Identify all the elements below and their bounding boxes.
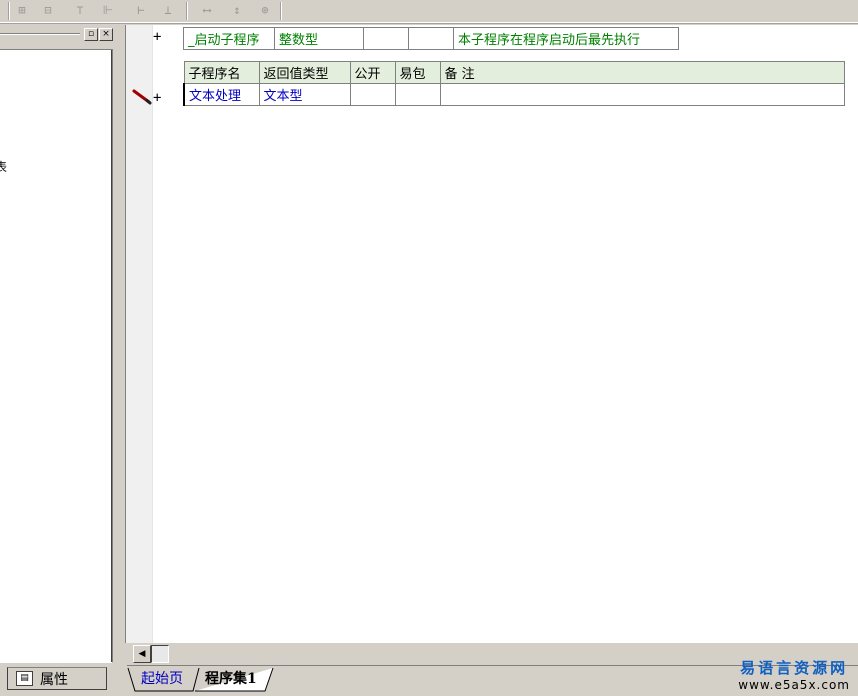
same-height-icon[interactable]: ⊥: [160, 2, 176, 18]
sub-remark-cell[interactable]: [439, 83, 845, 106]
sub-easy-pack-cell[interactable]: [394, 83, 441, 106]
align-top-icon[interactable]: ⊤: [72, 2, 88, 18]
header-sub-name: 子程序名: [183, 61, 260, 84]
editor-gutter: [126, 25, 153, 643]
sub-name-cell[interactable]: 文本处理: [183, 83, 260, 106]
toolbar-separator: [186, 2, 187, 20]
scroll-track[interactable]: [151, 645, 169, 663]
pen-icon: [132, 89, 152, 105]
table-header-row: 子程序名 返回值类型 公开 易包 备 注: [183, 61, 845, 84]
toolbar: ⊞ ⊟ ⊤ ⊩ ⊢ ⊥ ⟷ ↕ ⊕: [0, 0, 858, 23]
expand-sub[interactable]: +: [153, 90, 161, 106]
header-return-type: 返回值类型: [258, 61, 351, 84]
expand-startup-sub[interactable]: +: [153, 29, 161, 45]
header-public: 公开: [349, 61, 396, 84]
sub-public-cell[interactable]: [349, 83, 396, 106]
startup-sub-table: _启动子程序 整数型 本子程序在程序启动后最先执行: [183, 27, 679, 50]
watermark-url: www.e5a5x.com: [738, 678, 850, 692]
space-horizontal-icon[interactable]: ⟷: [199, 2, 215, 18]
align-middle-icon[interactable]: ⊩: [100, 2, 116, 18]
properties-tab[interactable]: ▤ 属性: [7, 667, 107, 690]
scroll-left-icon[interactable]: ◀: [133, 645, 151, 663]
header-easy-pack: 易包: [394, 61, 441, 84]
toolbar-separator: [280, 2, 281, 20]
align-center-icon[interactable]: ⊟: [40, 2, 56, 18]
watermark: 易语言资源网 www.e5a5x.com: [738, 657, 850, 692]
table-row: 文本处理 文本型: [183, 83, 845, 106]
startup-sub-remark[interactable]: 本子程序在程序启动后最先执行: [453, 27, 679, 50]
tab-start-page[interactable]: 起始页: [141, 669, 183, 690]
left-panel-header: ▫ ×: [0, 27, 118, 41]
panel-grip[interactable]: [0, 33, 80, 34]
tab-program-set-1[interactable]: 程序集1: [205, 669, 257, 690]
startup-sub-name[interactable]: _启动子程序: [183, 27, 275, 50]
left-panel: ▫ × 表: [0, 25, 120, 665]
left-panel-list[interactable]: 表: [0, 49, 113, 663]
startup-sub-return-type[interactable]: 整数型: [274, 27, 364, 50]
align-left-icon[interactable]: ⊞: [14, 2, 30, 18]
restore-icon[interactable]: ▫: [84, 28, 98, 41]
watermark-site-name: 易语言资源网: [740, 659, 849, 677]
space-vertical-icon[interactable]: ↕: [229, 2, 245, 18]
properties-tab-label: 属性: [40, 672, 68, 688]
startup-sub-public[interactable]: [363, 27, 409, 50]
close-icon[interactable]: ×: [99, 28, 113, 41]
header-remark: 备 注: [439, 61, 845, 84]
toolbar-separator: [8, 2, 9, 20]
same-width-icon[interactable]: ⊢: [133, 2, 149, 18]
sub-return-type-cell[interactable]: 文本型: [258, 83, 351, 106]
startup-sub-easy-pack[interactable]: [408, 27, 454, 50]
sub-table: 子程序名 返回值类型 公开 易包 备 注 文本处理 文本型: [183, 61, 845, 106]
properties-icon: ▤: [16, 671, 33, 686]
table-row: _启动子程序 整数型 本子程序在程序启动后最先执行: [183, 27, 679, 50]
code-editor[interactable]: + _启动子程序 整数型 本子程序在程序启动后最先执行 子程序名 返回值类型 公…: [125, 25, 858, 643]
left-panel-clipped-text: 表: [0, 160, 8, 174]
center-both-icon[interactable]: ⊕: [257, 2, 273, 18]
